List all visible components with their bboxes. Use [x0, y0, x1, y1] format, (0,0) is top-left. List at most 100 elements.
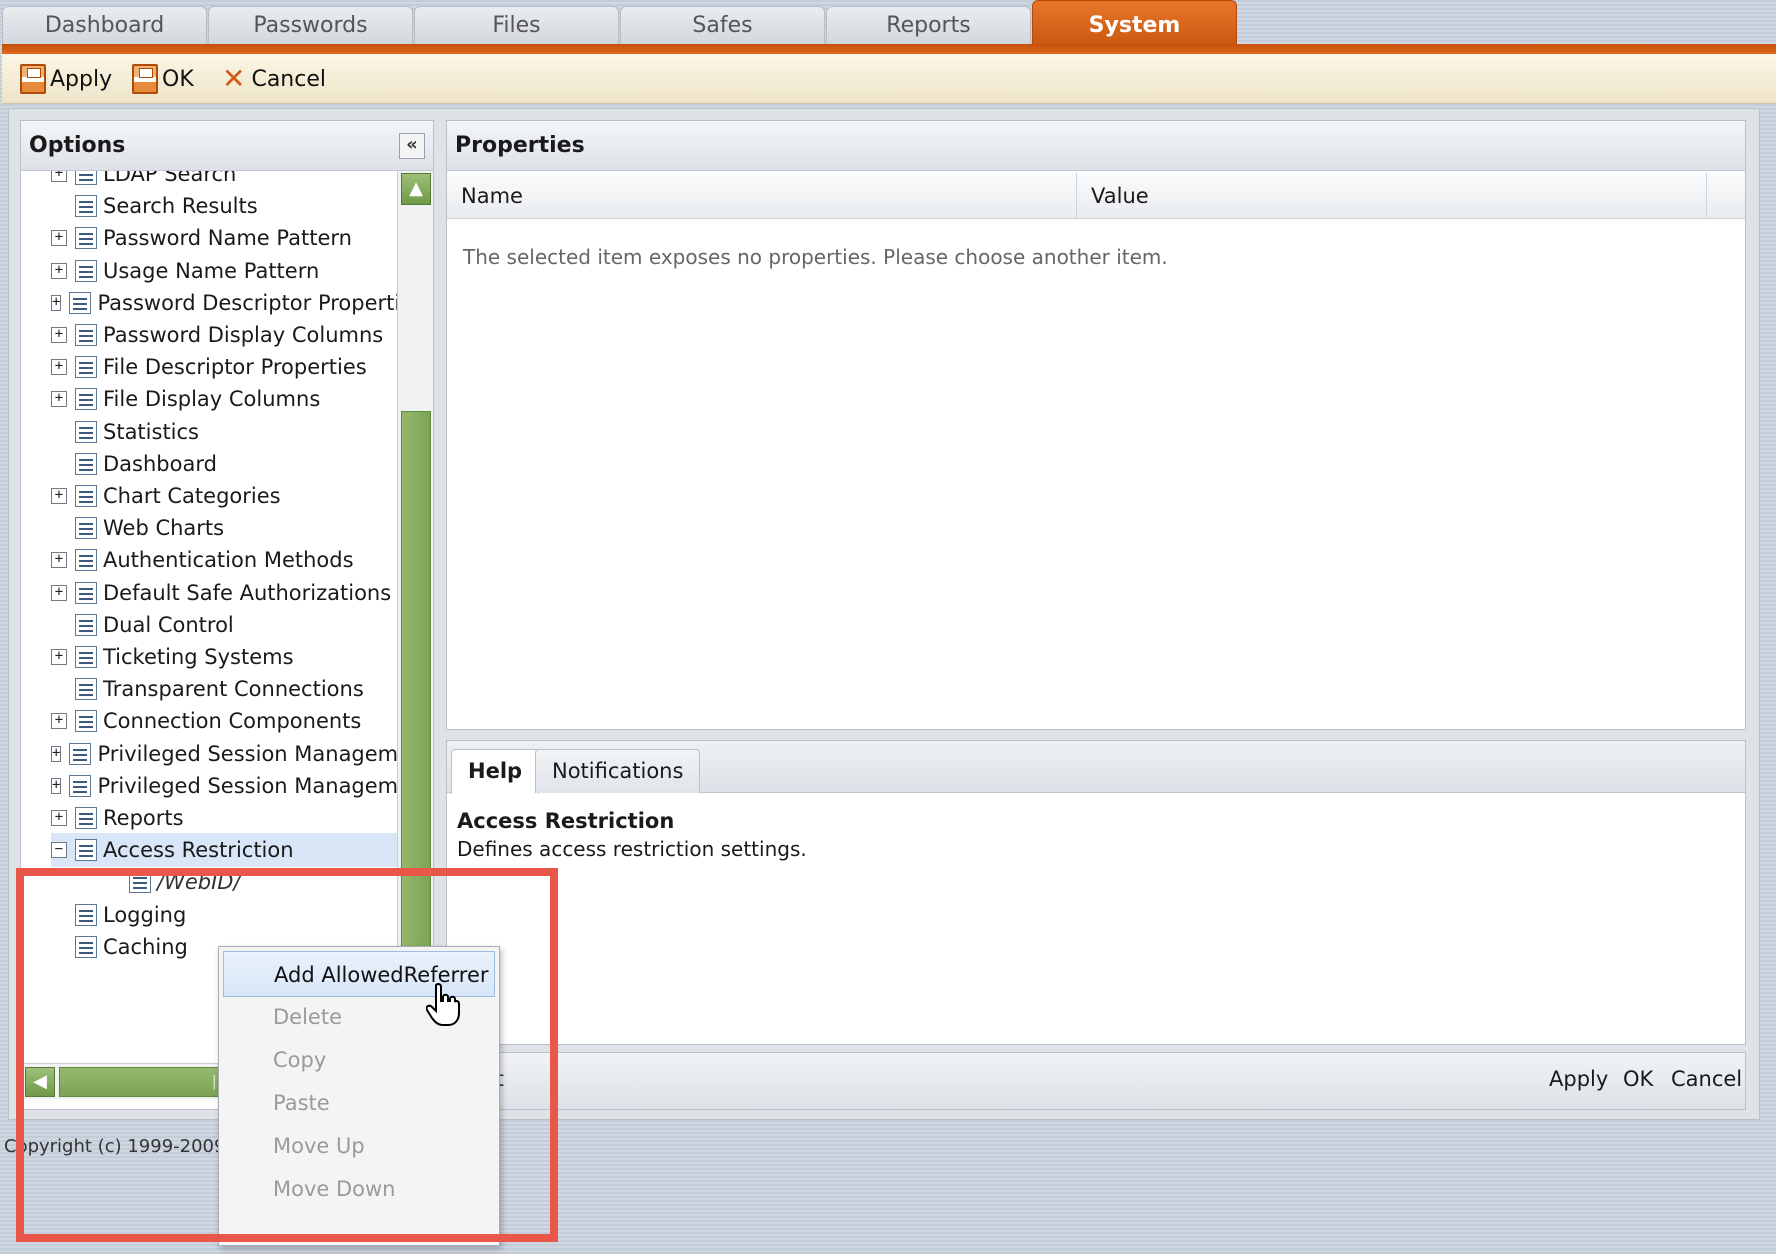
expand-icon[interactable]: + [51, 230, 67, 247]
tree-item[interactable]: + Password Display Columns [51, 318, 397, 352]
settings-node-icon [75, 356, 97, 379]
tab-files[interactable]: Files [414, 6, 619, 44]
tab-reports[interactable]: Reports [826, 6, 1031, 44]
tree-item[interactable]: + Password Name Pattern [51, 221, 397, 255]
settings-node-icon [75, 581, 97, 604]
apply-button[interactable]: Apply [20, 62, 112, 96]
tab-notifications[interactable]: Notifications [535, 749, 701, 793]
tab-safes[interactable]: Safes [620, 6, 825, 44]
ok-button-label: OK [162, 66, 194, 92]
settings-node-icon [75, 452, 97, 475]
settings-node-icon [75, 807, 97, 829]
expand-icon[interactable]: + [51, 810, 67, 826]
column-value[interactable]: Value [1077, 173, 1707, 219]
tree-item[interactable]: Dashboard [51, 447, 397, 481]
tree-vertical-scrollbar[interactable]: ▲ [397, 171, 433, 1069]
tab-passwords[interactable]: Passwords [208, 6, 413, 44]
context-menu-item[interactable]: Move Up [223, 1123, 495, 1169]
expand-icon[interactable]: + [51, 777, 62, 794]
options-header: Options « [21, 121, 433, 171]
tree-item-label: Privileged Session Management [97, 773, 397, 798]
tree-item[interactable]: + Privileged Session Management [51, 769, 397, 803]
tree-item[interactable]: Search Results [51, 189, 397, 223]
collapse-icon[interactable]: − [51, 842, 67, 859]
tab-help[interactable]: Help [451, 749, 540, 794]
settings-node-icon [69, 774, 92, 797]
tab-dashboard[interactable]: Dashboard [2, 6, 207, 44]
tree-item[interactable]: − Access Restriction [51, 833, 397, 868]
tree-item[interactable]: + Connection Components [51, 704, 397, 738]
expand-icon[interactable]: + [51, 171, 67, 182]
settings-node-icon [75, 324, 97, 346]
tree-item[interactable]: + File Descriptor Properties [51, 350, 397, 384]
tree-item-label: Dashboard [103, 451, 217, 476]
footer-apply-button[interactable]: Apply [1549, 1067, 1608, 1091]
apply-button-label: Apply [50, 66, 113, 92]
scroll-thumb[interactable] [401, 411, 431, 971]
tree-item-label: File Descriptor Properties [103, 355, 367, 380]
tree-item[interactable]: + Password Descriptor Properties [51, 286, 397, 320]
ok-button[interactable]: OK [132, 62, 194, 96]
settings-node-icon [75, 420, 97, 443]
tree-item[interactable]: + Reports [51, 801, 397, 835]
expand-icon[interactable]: + [51, 294, 62, 311]
footer-cancel-button[interactable]: Cancel [1671, 1067, 1742, 1091]
tree-item-label: LDAP Search [103, 171, 237, 186]
expand-icon[interactable]: + [51, 488, 67, 504]
settings-node-icon [75, 388, 97, 411]
tree-item-label: Logging [103, 902, 187, 927]
save-icon [132, 64, 158, 94]
tree-item-label: Connection Components [103, 709, 362, 734]
settings-node-icon [75, 195, 97, 218]
settings-node-icon [75, 935, 97, 958]
expand-icon[interactable]: + [51, 327, 67, 343]
column-name[interactable]: Name [447, 173, 1077, 219]
tree-item[interactable]: + Chart Categories [51, 479, 397, 513]
tree-item[interactable]: Logging [51, 898, 397, 932]
settings-node-icon [75, 710, 97, 733]
context-menu-item[interactable]: Paste [223, 1080, 495, 1126]
properties-panel: Properties Name Value The selected item … [446, 120, 1746, 730]
tree-item-label: Web Charts [103, 516, 225, 541]
tree-item[interactable]: + Privileged Session Management I [51, 737, 397, 771]
expand-icon[interactable]: + [51, 745, 62, 762]
main-tabbar: Dashboard Passwords Files Safes Reports … [0, 0, 1776, 54]
expand-icon[interactable]: + [51, 262, 67, 279]
tree-item-label: Dual Control [103, 612, 234, 637]
expand-icon[interactable]: + [51, 391, 67, 408]
settings-node-icon [75, 903, 97, 926]
scroll-up-arrow-icon[interactable]: ▲ [401, 173, 431, 205]
footer-bar: rt Apply OK Cancel [446, 1052, 1746, 1110]
properties-empty-message: The selected item exposes no properties.… [463, 245, 1168, 269]
footer-ok-button[interactable]: OK [1623, 1067, 1653, 1091]
tree-item[interactable]: + Authentication Methods [51, 543, 397, 577]
cancel-button[interactable]: ✕ Cancel [222, 62, 326, 96]
tree-item[interactable]: Statistics [51, 415, 397, 449]
scroll-left-arrow-icon[interactable]: ◀ [25, 1067, 55, 1097]
help-tabbar: Help Notifications [447, 741, 1745, 794]
tab-system[interactable]: System [1032, 0, 1237, 46]
collapse-panel-button[interactable]: « [399, 133, 425, 159]
expand-icon[interactable]: + [51, 552, 67, 569]
expand-icon[interactable]: + [51, 584, 67, 601]
settings-node-icon [129, 871, 151, 894]
tree-item[interactable]: Dual Control [51, 608, 397, 642]
tree-item[interactable]: /WebID/ [105, 865, 397, 899]
context-menu-item[interactable]: Move Down [223, 1166, 495, 1212]
expand-icon[interactable]: + [51, 649, 67, 665]
tree-item-label: /WebID/ [157, 870, 241, 895]
expand-icon[interactable]: + [51, 359, 67, 376]
tree-item-label: Reports [103, 806, 184, 830]
settings-node-icon [75, 485, 97, 507]
tree-item[interactable]: Web Charts [51, 511, 397, 545]
properties-title: Properties [447, 121, 1745, 171]
tree-item[interactable]: + Default Safe Authorizations [51, 576, 397, 610]
context-menu-item[interactable]: Copy [223, 1037, 495, 1083]
tree-item[interactable]: + LDAP Search [51, 171, 397, 191]
tree-item[interactable]: + Usage Name Pattern [51, 254, 397, 288]
tree-item[interactable]: + Ticketing Systems [51, 640, 397, 674]
tree-item[interactable]: + File Display Columns [51, 382, 397, 416]
tree-item[interactable]: Transparent Connections [51, 672, 397, 706]
settings-node-icon [75, 171, 97, 185]
expand-icon[interactable]: + [51, 713, 67, 730]
